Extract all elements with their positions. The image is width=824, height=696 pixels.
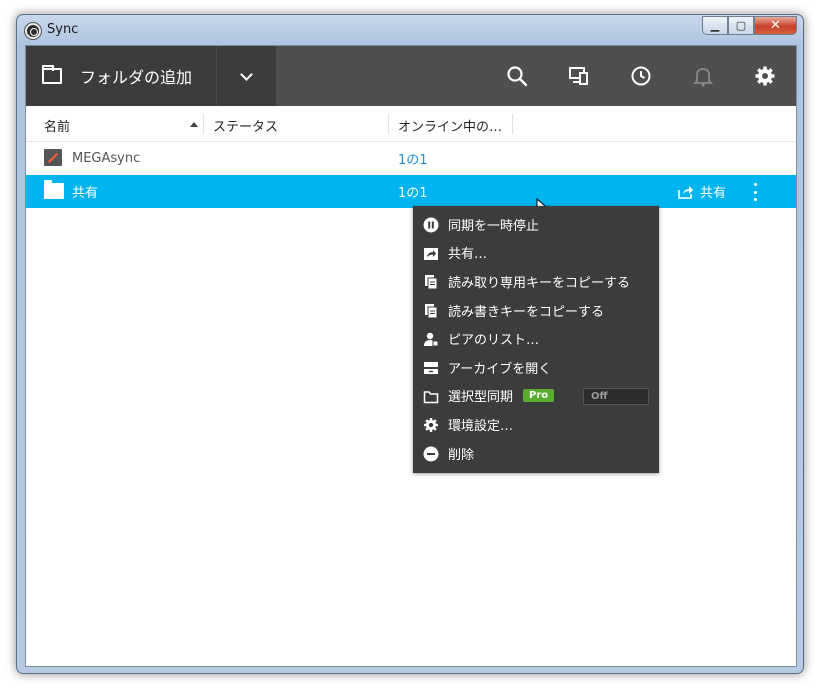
copy-icon [425, 303, 438, 319]
title-bar[interactable]: Sync ▁ ▢ ✕ [17, 15, 803, 45]
folder-icon [44, 180, 64, 199]
menu-item-label: 読み取り専用キーをコピーする [448, 275, 631, 291]
history-button[interactable] [610, 46, 672, 106]
remove-icon [423, 446, 439, 462]
history-icon [631, 66, 651, 86]
menu-item-preferences[interactable]: 環境設定… [413, 410, 659, 439]
table-row[interactable]: MEGAsync 1の1 [26, 142, 796, 175]
gear-icon [755, 66, 775, 86]
search-button[interactable] [486, 46, 548, 106]
column-header: 名前 ステータス オンライン中の… [26, 106, 796, 142]
add-folder-button[interactable]: フォルダの追加 [26, 46, 216, 106]
table-row-selected[interactable]: 共有 1の1 共有 [26, 175, 796, 208]
row-name: MEGAsync [72, 151, 141, 166]
menu-item-label: 環境設定… [448, 418, 514, 434]
settings-button[interactable] [734, 46, 796, 106]
menu-item-copy-readonly-key[interactable]: 読み取り専用キーをコピーする [413, 267, 659, 296]
share-icon [424, 247, 438, 260]
close-button[interactable]: ✕ [754, 16, 797, 35]
app-window: Sync ▁ ▢ ✕ フォルダの追加 名前 ステータス オンライン中の… MEG… [16, 14, 804, 674]
devices-icon [569, 67, 588, 85]
context-menu: 同期を一時停止 共有… 読み取り専用キーをコピーする 読み書きキーをコピーする … [413, 206, 659, 473]
bell-icon [692, 68, 714, 87]
maximize-button[interactable]: ▢ [728, 16, 754, 35]
share-icon [678, 185, 693, 199]
folder-icon [423, 390, 439, 403]
row-share-button[interactable]: 共有 [678, 182, 726, 201]
menu-item-open-archive[interactable]: アーカイブを開く [413, 353, 659, 382]
sync-app-icon [25, 23, 41, 39]
client-area: フォルダの追加 名前 ステータス オンライン中の… MEGAsync 1の1 共… [25, 45, 797, 667]
column-divider[interactable] [512, 114, 513, 134]
devices-button[interactable] [548, 46, 610, 106]
toolbar: フォルダの追加 [26, 46, 796, 106]
menu-item-label: 選択型同期 [448, 390, 514, 406]
add-folder-dropdown-button[interactable] [216, 46, 276, 106]
column-status[interactable]: ステータス [213, 116, 278, 135]
menu-item-label: 共有… [448, 247, 488, 263]
column-divider[interactable] [203, 114, 204, 134]
archive-icon [424, 361, 438, 374]
menu-item-share[interactable]: 共有… [413, 239, 659, 268]
menu-item-label: 読み書きキーをコピーする [448, 304, 605, 320]
column-divider[interactable] [388, 114, 389, 134]
column-online[interactable]: オンライン中の… [398, 116, 502, 135]
minimize-button[interactable]: ▁ [702, 16, 728, 35]
menu-item-remove[interactable]: 削除 [413, 439, 659, 468]
sort-ascending-icon [190, 122, 198, 127]
row-share-label: 共有 [700, 186, 727, 201]
sync-folder-icon [44, 149, 62, 166]
folder-icon [42, 65, 62, 84]
menu-item-copy-readwrite-key[interactable]: 読み書きキーをコピーする [413, 296, 659, 325]
add-folder-label: フォルダの追加 [80, 68, 193, 87]
chevron-down-icon [240, 67, 253, 81]
menu-item-pause-sync[interactable]: 同期を一時停止 [413, 210, 659, 239]
column-name[interactable]: 名前 [44, 116, 70, 135]
notifications-button[interactable] [672, 46, 734, 106]
pro-badge: Pro [523, 389, 555, 403]
menu-item-selective-sync[interactable]: 選択型同期 Pro Off [413, 382, 659, 411]
pause-icon [423, 217, 439, 233]
menu-item-label: 同期を一時停止 [448, 218, 540, 234]
window-title: Sync [47, 22, 79, 37]
row-name: 共有 [72, 186, 99, 201]
menu-item-label: ピアのリスト… [448, 333, 540, 349]
row-online-peers[interactable]: 1の1 [398, 149, 428, 168]
copy-icon [425, 275, 438, 290]
gear-icon [424, 418, 438, 433]
menu-item-label: 削除 [448, 447, 475, 463]
search-icon [507, 66, 528, 87]
menu-item-peer-list[interactable]: ピアのリスト… [413, 324, 659, 353]
menu-item-label: アーカイブを開く [448, 361, 552, 377]
selective-sync-toggle[interactable]: Off [583, 387, 649, 405]
row-online-peers[interactable]: 1の1 [398, 182, 428, 201]
row-more-button[interactable] [754, 183, 758, 201]
peers-icon [424, 333, 439, 347]
